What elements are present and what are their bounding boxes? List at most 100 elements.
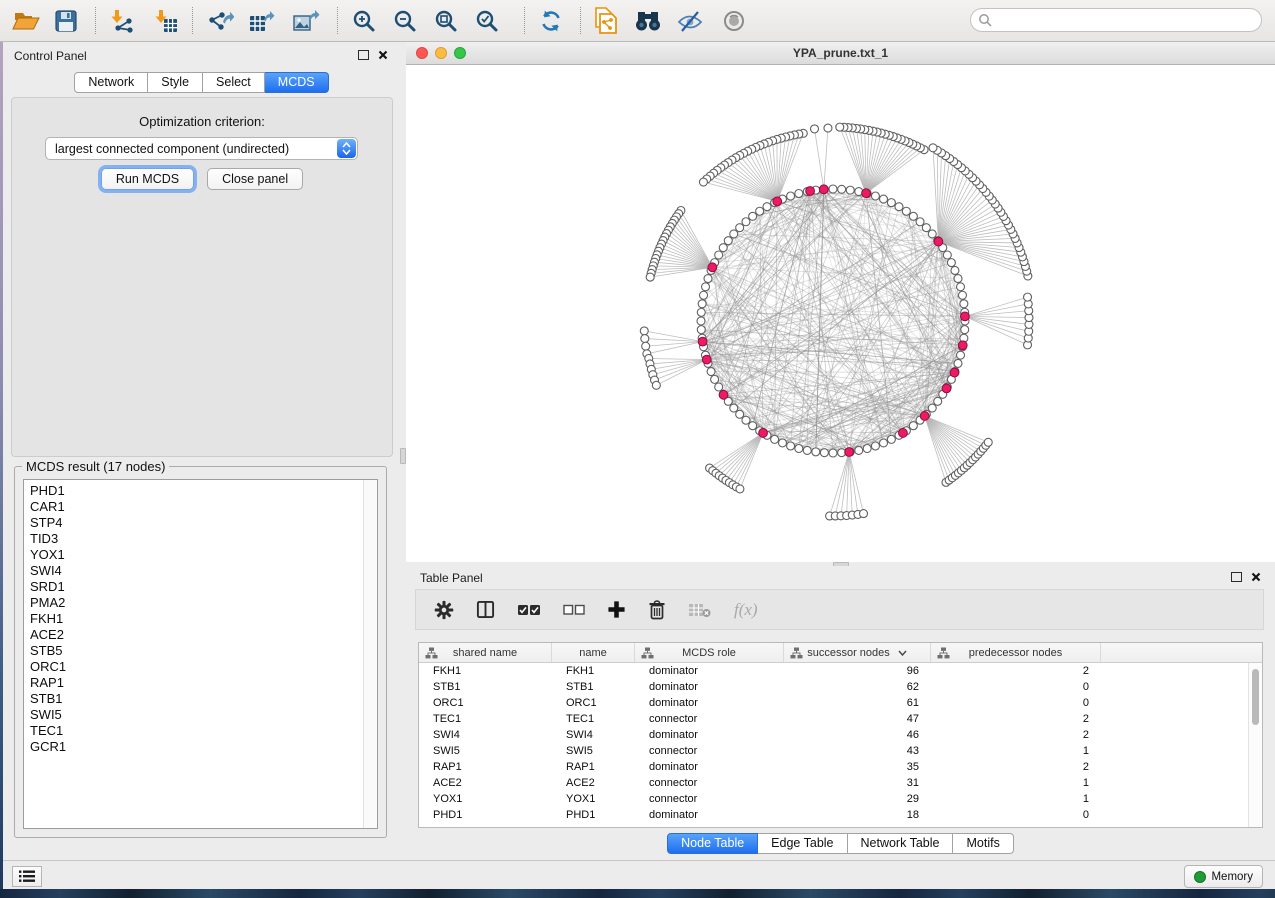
graph-node[interactable] xyxy=(871,442,879,450)
mcds-result-item[interactable]: STP4 xyxy=(30,515,363,531)
cell[interactable]: 0 xyxy=(931,697,1101,709)
graph-hub-node[interactable] xyxy=(845,448,854,457)
table-row[interactable]: ACE2ACE2connector311 xyxy=(419,775,1262,791)
graph-hub-node[interactable] xyxy=(759,429,768,438)
cell[interactable]: 0 xyxy=(931,681,1101,693)
graph-node[interactable] xyxy=(697,308,705,316)
cell[interactable]: 96 xyxy=(784,665,931,677)
graph-node[interactable] xyxy=(701,283,709,291)
graph-node[interactable] xyxy=(697,317,705,325)
import-table-button[interactable] xyxy=(150,5,182,37)
cell[interactable]: 61 xyxy=(784,697,931,709)
cell[interactable]: 18 xyxy=(784,809,931,821)
delete-columns-button[interactable] xyxy=(648,600,666,620)
graph-node[interactable] xyxy=(787,442,795,450)
cell[interactable]: TEC1 xyxy=(552,713,635,725)
mcds-result-item[interactable]: GCR1 xyxy=(30,739,363,755)
graph-node[interactable] xyxy=(902,207,910,215)
graph-node[interactable] xyxy=(954,275,962,283)
graph-node[interactable] xyxy=(880,439,888,447)
table-row[interactable]: ORC1ORC1dominator610 xyxy=(419,695,1262,711)
cell[interactable]: ORC1 xyxy=(419,697,552,709)
table-row[interactable]: TEC1TEC1connector472 xyxy=(419,711,1262,727)
table-settings-button[interactable] xyxy=(434,600,454,620)
graph-node[interactable] xyxy=(916,218,924,226)
table-row[interactable]: PHD1PHD1dominator180 xyxy=(419,807,1262,823)
graph-leaf-node[interactable] xyxy=(642,342,650,350)
graph-leaf-node[interactable] xyxy=(836,123,844,131)
graph-hub-node[interactable] xyxy=(698,337,707,346)
graph-node[interactable] xyxy=(795,445,803,453)
graph-node[interactable] xyxy=(724,237,732,245)
mcds-result-item[interactable]: STB1 xyxy=(30,691,363,707)
cell[interactable]: STB1 xyxy=(419,681,552,693)
cell[interactable]: 1 xyxy=(931,793,1101,805)
graph-node[interactable] xyxy=(749,212,757,220)
mcds-result-item[interactable]: PHD1 xyxy=(30,483,363,499)
graph-node[interactable] xyxy=(736,224,744,232)
create-column-button[interactable] xyxy=(607,600,626,619)
graph-node[interactable] xyxy=(742,416,750,424)
graph-node[interactable] xyxy=(961,326,969,334)
graph-node[interactable] xyxy=(707,368,715,376)
run-mcds-button[interactable]: Run MCDS xyxy=(101,168,194,190)
cell[interactable]: 29 xyxy=(784,793,931,805)
graph-hub-node[interactable] xyxy=(934,237,943,246)
graph-node[interactable] xyxy=(697,326,705,334)
graph-node[interactable] xyxy=(700,291,708,299)
cell[interactable]: YOX1 xyxy=(552,793,635,805)
hide-graphics-details-button[interactable] xyxy=(674,5,706,37)
mcds-result-item[interactable]: PMA2 xyxy=(30,595,363,611)
cell[interactable]: 1 xyxy=(931,777,1101,789)
graph-node[interactable] xyxy=(846,186,854,194)
graph-hub-node[interactable] xyxy=(806,187,815,196)
cell[interactable]: FKH1 xyxy=(552,665,635,677)
mcds-result-list[interactable]: PHD1CAR1STP4TID3YOX1SWI4SRD1PMA2FKH1ACE2… xyxy=(23,479,378,829)
graph-node[interactable] xyxy=(838,185,846,193)
tab-node-table[interactable]: Node Table xyxy=(667,833,758,854)
memory-button[interactable]: Memory xyxy=(1184,865,1263,888)
graph-node[interactable] xyxy=(928,230,936,238)
mcds-result-item[interactable]: ORC1 xyxy=(30,659,363,675)
network-window-titlebar[interactable]: YPA_prune.txt_1 xyxy=(406,42,1275,65)
cell[interactable]: YOX1 xyxy=(419,793,552,805)
graph-node[interactable] xyxy=(960,300,968,308)
mcds-result-item[interactable]: SWI4 xyxy=(30,563,363,579)
tab-network[interactable]: Network xyxy=(74,72,148,93)
mcds-result-item[interactable]: YOX1 xyxy=(30,547,363,563)
graph-node[interactable] xyxy=(855,446,863,454)
show-graphics-details-button[interactable] xyxy=(718,5,750,37)
window-minimize-button[interactable] xyxy=(435,47,447,59)
select-all-button[interactable] xyxy=(517,603,541,617)
graph-node[interactable] xyxy=(934,397,942,405)
graph-node[interactable] xyxy=(771,435,779,443)
tab-edge-table[interactable]: Edge Table xyxy=(758,833,847,854)
graph-hub-node[interactable] xyxy=(950,368,959,377)
graph-node[interactable] xyxy=(715,251,723,259)
graph-leaf-node[interactable] xyxy=(641,335,649,343)
cell[interactable]: connector xyxy=(635,713,784,725)
graph-node[interactable] xyxy=(957,283,965,291)
function-builder-button[interactable]: f(x) xyxy=(734,600,758,620)
open-session-button[interactable] xyxy=(10,5,42,37)
cell[interactable]: SWI5 xyxy=(419,745,552,757)
mcds-result-item[interactable]: CAR1 xyxy=(30,499,363,515)
save-session-button[interactable] xyxy=(50,5,82,37)
mcds-result-item[interactable]: RAP1 xyxy=(30,675,363,691)
cell[interactable]: dominator xyxy=(635,729,784,741)
cell[interactable]: SWI5 xyxy=(552,745,635,757)
graph-node[interactable] xyxy=(715,383,723,391)
graph-node[interactable] xyxy=(928,404,936,412)
graph-leaf-node[interactable] xyxy=(640,327,648,335)
mcds-result-item[interactable]: ACE2 xyxy=(30,627,363,643)
graph-hub-node[interactable] xyxy=(819,185,828,194)
import-network-button[interactable] xyxy=(106,5,138,37)
mcds-list-scrollbar[interactable] xyxy=(363,480,377,828)
mcds-result-item[interactable]: TEC1 xyxy=(30,723,363,739)
mcds-result-item[interactable]: SWI5 xyxy=(30,707,363,723)
graph-node[interactable] xyxy=(730,404,738,412)
cell[interactable]: 46 xyxy=(784,729,931,741)
zoom-selected-button[interactable] xyxy=(471,5,503,37)
cell[interactable]: 2 xyxy=(931,761,1101,773)
graph-node[interactable] xyxy=(812,448,820,456)
